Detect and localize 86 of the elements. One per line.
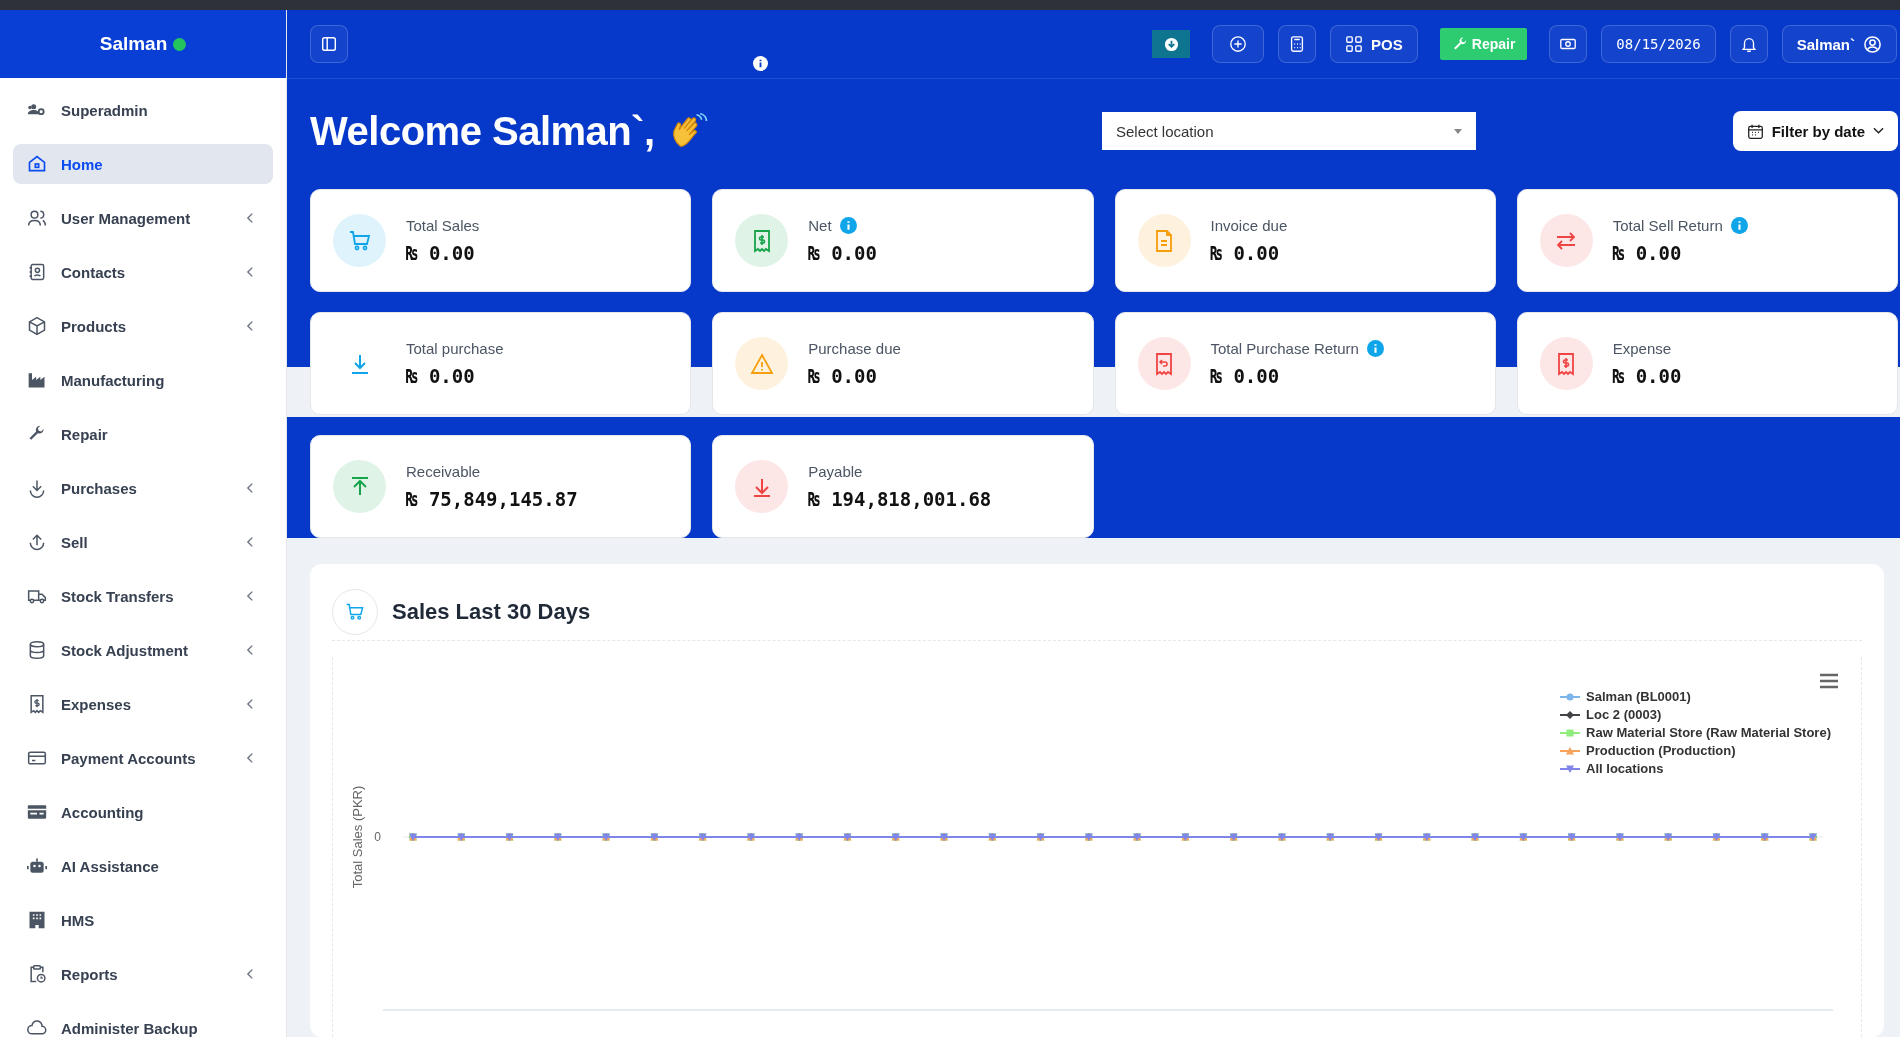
plus-circle-icon <box>1229 35 1248 53</box>
y-axis-label: Total Sales (PKR) <box>350 785 366 889</box>
users-icon <box>27 208 47 228</box>
stat-value: ₨ 0.00 <box>1210 365 1281 387</box>
stat-label: Payable <box>808 463 863 480</box>
sidebar-item[interactable]: Payment Accounts <box>13 738 273 778</box>
stat-value: ₨ 0.00 <box>1210 242 1281 264</box>
menu-icon[interactable] <box>1819 673 1839 689</box>
sidebar-item[interactable]: AI Assistance <box>13 846 273 886</box>
sidebar-item[interactable]: Administer Backup <box>13 1008 273 1037</box>
sidebar-item[interactable]: Repair <box>13 414 273 454</box>
welcome-heading: Welcome Salman`, <box>310 108 655 154</box>
date-button[interactable]: 08/15/2026 <box>1601 25 1716 63</box>
sidebar-item[interactable]: Products <box>13 306 273 346</box>
factory-icon <box>27 370 47 390</box>
address-book-icon <box>27 262 47 282</box>
stat-value: ₨ 194,818,001.68 <box>808 488 992 510</box>
panel-toggle-icon <box>320 35 338 53</box>
chart-title: Sales Last 30 Days <box>392 599 591 625</box>
dropdown-arrow-icon <box>1454 128 1462 134</box>
sidebar-toggle-button[interactable] <box>310 25 348 63</box>
cart-icon <box>345 602 365 622</box>
sidebar-item[interactable]: HMS <box>13 900 273 940</box>
chevron-down-icon <box>1873 127 1884 135</box>
stat-label: Total purchase <box>406 340 504 357</box>
box-icon <box>27 316 47 336</box>
building-icon <box>27 910 47 930</box>
legend-item[interactable]: Raw Material Store (Raw Material Store) <box>1560 725 1831 740</box>
stat-value: ₨ 75,849,145.87 <box>406 488 578 510</box>
cash-button[interactable] <box>1549 25 1588 63</box>
bell-icon <box>1739 35 1758 53</box>
stat-value: ₨ 0.00 <box>406 365 476 387</box>
stat-value: ₨ 0.00 <box>1612 365 1682 387</box>
sidebar-item[interactable]: Manufacturing <box>13 360 273 400</box>
clipboard-clock-icon <box>27 964 47 984</box>
stat-label: Receivable <box>406 463 481 480</box>
sidebar-item[interactable]: User Management <box>13 198 273 238</box>
credit-card-icon <box>27 748 47 768</box>
stat-label: Total Sales <box>406 217 480 234</box>
stat-label: Total Purchase Return <box>1210 340 1359 357</box>
database-icon <box>27 640 47 660</box>
user-menu-button[interactable]: Salman` <box>1781 25 1897 63</box>
stat-label: Purchase due <box>808 340 901 357</box>
download-button[interactable] <box>1152 30 1191 58</box>
stat-value: ₨ 0.00 <box>808 365 878 387</box>
stat-label: Expense <box>1612 340 1672 357</box>
add-button[interactable] <box>1212 25 1265 63</box>
download-icon <box>1163 36 1179 52</box>
y-tick-label: 0 <box>374 830 381 844</box>
sidebar-item[interactable]: Home <box>13 144 273 184</box>
brand-name: Salman <box>99 33 168 55</box>
grid-icon <box>1345 35 1364 53</box>
location-select[interactable]: Select location <box>1102 112 1476 150</box>
sidebar-item[interactable]: Purchases <box>13 468 273 508</box>
info-icon[interactable] <box>753 56 768 71</box>
sidebar-item[interactable]: Superadmin <box>13 90 273 130</box>
legend-item[interactable]: Loc 2 (0003) <box>1560 707 1831 722</box>
sidebar-item[interactable]: Sell <box>13 522 273 562</box>
legend-item[interactable]: Salman (BL0001) <box>1560 689 1831 704</box>
cloud-icon <box>27 1018 47 1037</box>
notifications-button[interactable] <box>1729 25 1768 63</box>
receipt-dollar-icon <box>27 694 47 714</box>
sidebar-item[interactable]: Stock Adjustment <box>13 630 273 670</box>
legend-item[interactable]: All locations <box>1560 761 1831 776</box>
stat-value: ₨ 0.00 <box>1612 242 1683 264</box>
home-icon <box>27 154 47 174</box>
sidebar-item[interactable]: Contacts <box>13 252 273 292</box>
download-icon <box>27 478 47 498</box>
stat-value: ₨ 0.00 <box>808 242 877 264</box>
sidebar-item[interactable]: Accounting <box>13 792 273 832</box>
legend-item[interactable]: Production (Production) <box>1560 743 1831 758</box>
calculator-button[interactable] <box>1278 25 1317 63</box>
upload-icon <box>27 532 47 552</box>
sidebar-item[interactable]: Reports <box>13 954 273 994</box>
user-circle-icon <box>1863 34 1882 54</box>
sidebar-item[interactable]: Stock Transfers <box>13 576 273 616</box>
sidebar-item[interactable]: Expenses <box>13 684 273 724</box>
card-lines-icon <box>27 802 47 822</box>
stat-label: Total Sell Return <box>1612 217 1723 234</box>
robot-icon <box>27 856 47 876</box>
stat-label: Net <box>808 217 832 234</box>
filter-by-date-button[interactable]: Filter by date <box>1732 111 1898 151</box>
calendar-icon <box>1746 122 1764 140</box>
stat-value: ₨ 0.00 <box>406 242 476 264</box>
pos-button[interactable]: POS <box>1330 25 1418 63</box>
stat-label: Invoice due <box>1210 217 1288 234</box>
